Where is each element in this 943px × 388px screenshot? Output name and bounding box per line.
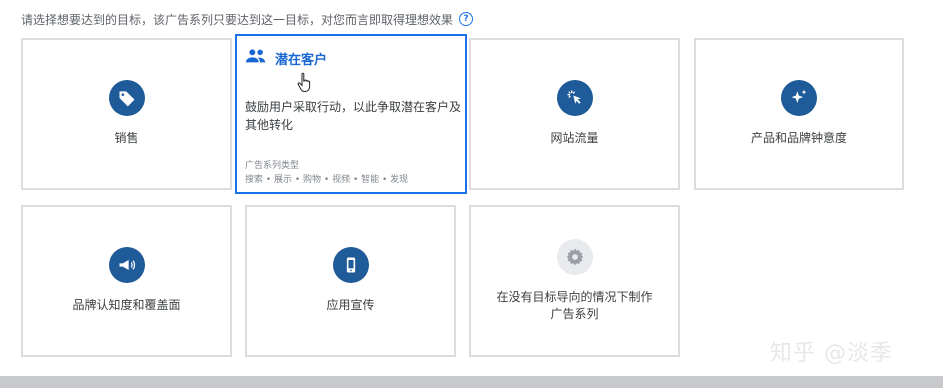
help-icon[interactable]: ? — [459, 12, 474, 26]
goal-card-consideration[interactable]: 产品和品牌钟意度 — [694, 38, 904, 190]
phone-icon — [332, 247, 369, 283]
goal-card-description: 鼓励用户采取行动，以此争取潜在客户及其他转化 — [245, 100, 462, 132]
people-icon — [245, 48, 267, 68]
gear-icon — [556, 239, 593, 275]
sparkle-icon — [781, 80, 817, 116]
campaign-type-label: 广告系列类型 — [245, 161, 300, 171]
campaign-type-list: 搜索 • 展示 • 购物 • 视频 • 智能 • 发现 — [245, 175, 409, 185]
goal-card-label: 产品和品牌钟意度 — [750, 131, 847, 145]
goal-card-label: 网站流量 — [550, 131, 599, 145]
goal-card-sales[interactable]: 销售 — [21, 38, 232, 190]
goal-card-app[interactable]: 应用宣传 — [245, 205, 456, 357]
goal-card-leads[interactable]: 潜在客户 鼓励用户采取行动，以此争取潜在客户及其他转化 广告系列类型 搜索 • … — [235, 34, 467, 194]
bottom-divider — [0, 376, 943, 388]
goal-card-label: 销售 — [114, 131, 139, 145]
goal-prompt: 请选择想要达到的目标，该广告系列只要达到这一目标，对您而言即取得理想效果 ? — [21, 9, 474, 29]
goal-card-traffic[interactable]: 网站流量 — [469, 38, 680, 190]
megaphone-icon — [108, 247, 145, 283]
goal-card-label: 在没有目标导向的情况下制作广告系列 — [496, 290, 653, 321]
goal-card-awareness[interactable]: 品牌认知度和覆盖面 — [21, 205, 232, 357]
goal-card-no-goal[interactable]: 在没有目标导向的情况下制作广告系列 — [469, 205, 680, 357]
cursor-click-icon — [556, 80, 593, 116]
hand-cursor-icon — [297, 72, 313, 96]
tag-icon — [108, 80, 145, 116]
goal-card-label: 应用宣传 — [326, 298, 375, 312]
goal-prompt-text: 请选择想要达到的目标，该广告系列只要达到这一目标，对您而言即取得理想效果 — [21, 12, 454, 27]
goal-card-title: 潜在客户 — [245, 48, 327, 68]
watermark: 知乎 @淡季 — [770, 341, 893, 366]
goal-card-label: 潜在客户 — [275, 52, 328, 68]
goal-card-label: 品牌认知度和覆盖面 — [72, 298, 181, 312]
